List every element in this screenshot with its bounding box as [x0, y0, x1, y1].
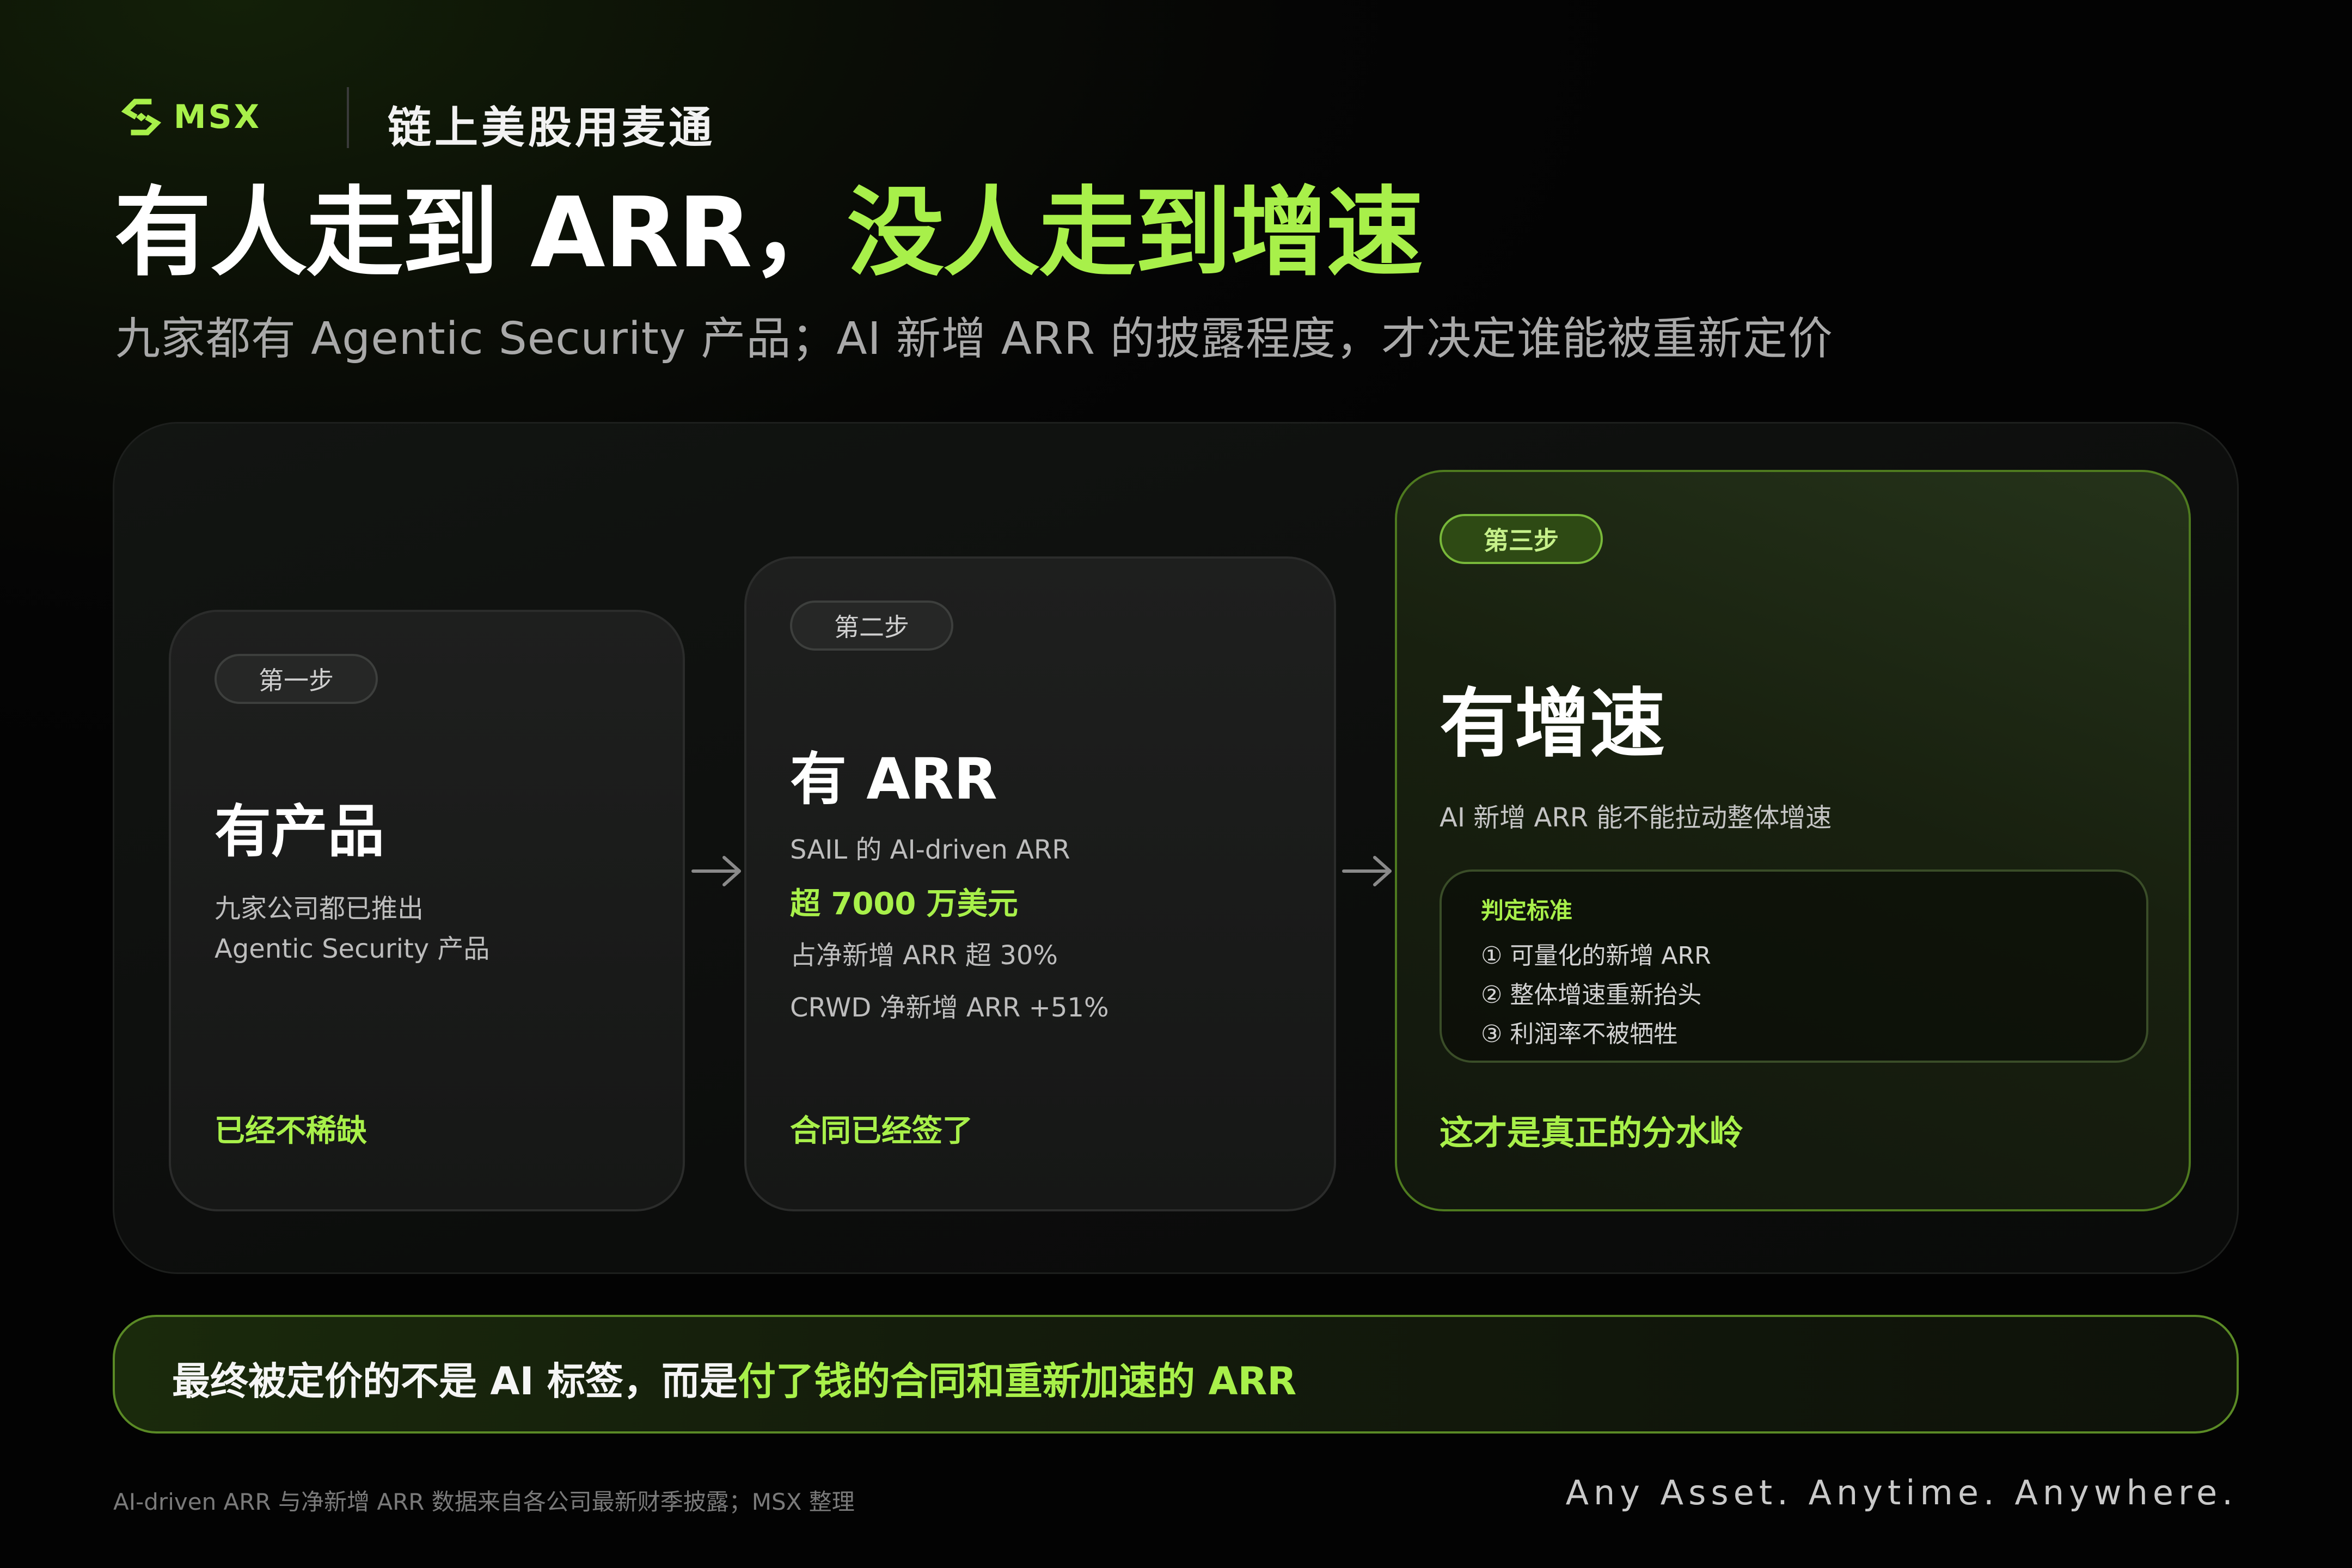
- title-part-2-highlight: 没人走到增速: [847, 176, 1423, 289]
- step-title-1: 有产品: [215, 798, 385, 865]
- step-highlight-2: 超 7000 万美元: [790, 886, 1018, 922]
- step-card-1: 第一步 有产品 九家公司都已推出 Agentic Security 产品 已经不…: [169, 610, 685, 1211]
- criteria-item: ① 可量化的新增 ARR: [1481, 942, 1711, 970]
- step-footer-1: 已经不稀缺: [215, 1113, 367, 1149]
- step-text-2a: SAIL 的 AI-driven ARR: [790, 835, 1070, 865]
- banner-text-part-1: 最终被定价的不是 AI 标签，而是: [172, 1359, 738, 1404]
- step-badge-2: 第二步: [790, 601, 953, 651]
- step-text-1a: 九家公司都已推出: [215, 893, 424, 924]
- step-badge-1: 第一步: [215, 654, 378, 704]
- step-card-3: 第三步 有增速 AI 新增 ARR 能不能拉动整体增速 判定标准 ① 可量化的新…: [1395, 470, 2191, 1211]
- title-part-1: 有人走到 ARR，: [114, 176, 848, 289]
- step-footer-3: 这才是真正的分水岭: [1440, 1113, 1744, 1153]
- step-text-2b: 占净新增 ARR 超 30%: [790, 940, 1058, 971]
- msx-logo: MSX: [120, 90, 261, 144]
- brand-name: MSX: [173, 98, 261, 136]
- criteria-item: ③ 利润率不被牺牲: [1481, 1020, 1678, 1048]
- banner-text-part-2-highlight: 付了钱的合同和重新加速的 ARR: [737, 1359, 1297, 1404]
- step-title-2: 有 ARR: [790, 746, 997, 812]
- source-footnote: AI-driven ARR 与净新增 ARR 数据来自各公司最新财季披露；MSX…: [113, 1489, 855, 1515]
- step-description-3: AI 新增 ARR 能不能拉动整体增速: [1440, 803, 1832, 833]
- page-subtitle: 九家都有 Agentic Security 产品；AI 新增 ARR 的披露程度…: [115, 313, 1834, 365]
- step-badge-3: 第三步: [1440, 514, 1603, 564]
- header-divider: [347, 87, 349, 148]
- step-card-2: 第二步 有 ARR SAIL 的 AI-driven ARR 超 7000 万美…: [744, 556, 1336, 1211]
- step-title-3: 有增速: [1440, 680, 1665, 768]
- conclusion-banner: 最终被定价的不是 AI 标签，而是付了钱的合同和重新加速的 ARR: [113, 1315, 2239, 1434]
- step-text-2c: CRWD 净新增 ARR +51%: [790, 993, 1109, 1023]
- arrow-right-icon: [691, 856, 741, 886]
- step-text-1b: Agentic Security 产品: [215, 934, 490, 964]
- criteria-title: 判定标准: [1481, 897, 1573, 924]
- page-title: 有人走到 ARR，没人走到增速: [114, 180, 1423, 286]
- msx-logo-icon: [121, 99, 162, 136]
- step-footer-2: 合同已经签了: [790, 1113, 973, 1149]
- banner-text: 最终被定价的不是 AI 标签，而是付了钱的合同和重新加速的 ARR: [172, 1351, 1296, 1406]
- criteria-item: ② 整体增速重新抬头: [1481, 981, 1702, 1009]
- arrow-right-icon: [1342, 856, 1392, 886]
- slogan: Any Asset. Anytime. Anywhere.: [1565, 1473, 2238, 1512]
- tagline: 链上美股用麦通: [388, 102, 715, 153]
- criteria-box: 判定标准 ① 可量化的新增 ARR ② 整体增速重新抬头 ③ 利润率不被牺牲: [1440, 869, 2148, 1063]
